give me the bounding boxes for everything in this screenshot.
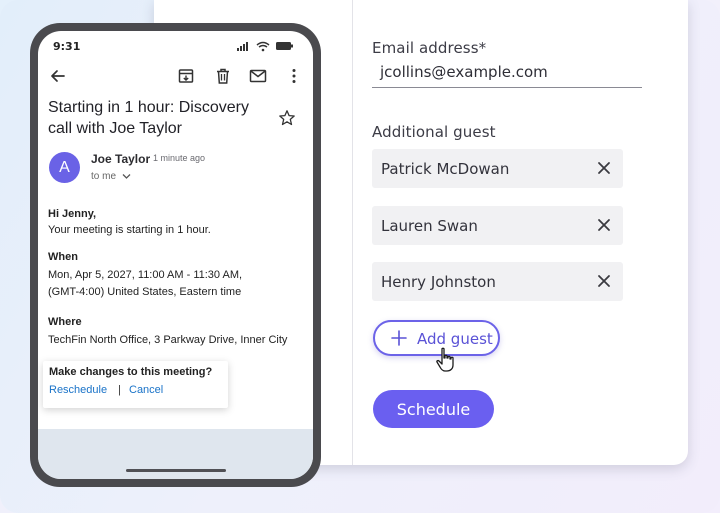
more-vert-icon[interactable] — [285, 67, 303, 85]
guest-chip: Lauren Swan — [372, 206, 623, 245]
email-value: jcollins@example.com — [380, 63, 548, 81]
close-icon[interactable] — [597, 274, 611, 288]
reschedule-link[interactable]: Reschedule — [49, 384, 107, 396]
changes-panel: Make changes to this meeting? Reschedule… — [43, 361, 228, 408]
battery-icon — [276, 42, 293, 50]
back-arrow-icon[interactable] — [49, 67, 67, 85]
phone-frame: 9:31 Starting in 1 hour: Discovery call … — [30, 23, 321, 487]
where-heading: Where — [48, 316, 82, 328]
hand-pointer-icon — [436, 347, 454, 372]
chevron-down-icon[interactable] — [122, 173, 131, 180]
avatar: A — [49, 152, 80, 183]
schedule-button[interactable]: Schedule — [373, 390, 494, 428]
status-icons — [237, 41, 293, 52]
guest-chip: Patrick McDowan — [372, 149, 623, 188]
changes-title: Make changes to this meeting? — [49, 366, 213, 378]
email-label: Email address* — [372, 39, 487, 57]
card-divider — [352, 0, 353, 465]
phone-screen: 9:31 Starting in 1 hour: Discovery call … — [38, 31, 313, 479]
trash-icon[interactable] — [214, 67, 232, 85]
when-line: (GMT-4:00) United States, Eastern time — [48, 286, 242, 298]
where-value: TechFin North Office, 3 Parkway Drive, I… — [48, 334, 288, 346]
intro-text: Your meeting is starting in 1 hour. — [48, 224, 211, 236]
guest-chip: Henry Johnston — [372, 262, 623, 301]
status-time: 9:31 — [53, 40, 81, 53]
guest-name: Patrick McDowan — [381, 160, 510, 178]
guest-name: Lauren Swan — [381, 217, 478, 235]
schedule-label: Schedule — [396, 400, 471, 419]
plus-icon — [391, 330, 407, 346]
additional-guest-label: Additional guest — [372, 123, 496, 141]
when-line: Mon, Apr 5, 2027, 11:00 AM - 11:30 AM, — [48, 269, 243, 281]
email-field[interactable]: jcollins@example.com — [372, 60, 642, 88]
star-icon[interactable] — [278, 109, 296, 127]
email-subject: Starting in 1 hour: Discovery call with … — [48, 99, 249, 137]
greeting: Hi Jenny, — [48, 208, 97, 220]
close-icon[interactable] — [597, 161, 611, 175]
link-separator: | — [118, 384, 121, 396]
guest-form: Email address* jcollins@example.com Addi… — [372, 0, 672, 465]
home-indicator[interactable] — [126, 469, 226, 472]
sender-name: Joe Taylor — [91, 152, 151, 166]
wifi-icon — [256, 41, 270, 52]
cancel-link[interactable]: Cancel — [129, 384, 163, 396]
close-icon[interactable] — [597, 218, 611, 232]
mail-icon[interactable] — [249, 67, 267, 85]
archive-icon[interactable] — [177, 67, 195, 85]
when-heading: When — [48, 251, 78, 263]
guest-name: Henry Johnston — [381, 273, 496, 291]
signal-icon — [237, 42, 248, 51]
time-ago: 1 minute ago — [153, 153, 206, 163]
add-guest-label: Add guest — [417, 330, 493, 348]
recipient-label[interactable]: to me — [91, 171, 116, 182]
